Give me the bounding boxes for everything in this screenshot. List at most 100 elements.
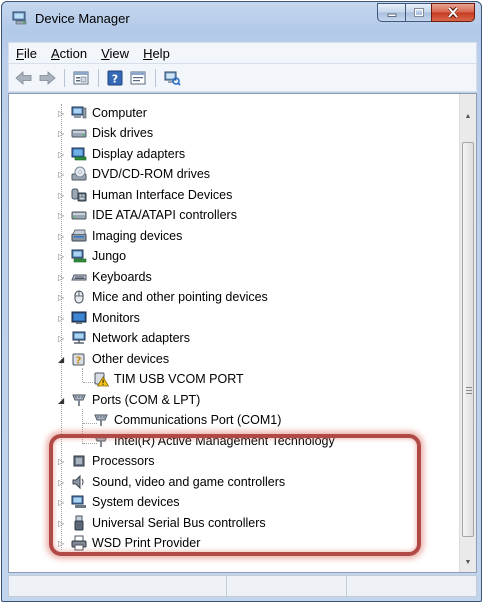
menu-view[interactable]: View: [94, 46, 136, 61]
scan-hardware-button[interactable]: [161, 68, 183, 88]
forward-button[interactable]: [36, 68, 58, 88]
svg-text:?: ?: [112, 72, 118, 85]
tree-item-label: Ports (COM & LPT): [92, 393, 201, 407]
expand-arrow-icon[interactable]: ▷: [58, 129, 67, 138]
tree-item-other-devices[interactable]: ? Other devices: [71, 349, 169, 369]
tree-item-keyboards[interactable]: Keyboards: [71, 267, 152, 287]
scrollbar-thumb[interactable]: [462, 142, 474, 537]
help-button[interactable]: ?: [104, 68, 126, 88]
menu-action-accel: A: [50, 45, 60, 61]
tree-item-label: Display adapters: [92, 147, 186, 161]
unknown-device-icon: ?: [72, 353, 85, 367]
forward-arrow-icon: [39, 70, 56, 85]
tree-item-label: Computer: [92, 106, 147, 120]
tree-item-computer[interactable]: Computer: [71, 103, 147, 123]
collapse-arrow-icon[interactable]: ◢: [58, 396, 67, 405]
toolbar: ?: [8, 64, 477, 92]
minimize-icon: [387, 13, 396, 17]
expand-arrow-icon[interactable]: ▷: [58, 498, 67, 507]
expand-arrow-icon[interactable]: ▷: [58, 170, 67, 179]
menu-file-label: ile: [23, 45, 37, 61]
expand-arrow-icon[interactable]: ▷: [58, 109, 67, 118]
expand-arrow-icon[interactable]: ▷: [58, 334, 67, 343]
warning-device-icon: [94, 372, 109, 387]
processor-icon: [73, 455, 85, 467]
minimize-button[interactable]: [377, 3, 405, 22]
tree-item-intel-amt[interactable]: Intel(R) Active Management Technology: [93, 431, 335, 451]
menu-action[interactable]: Action: [44, 46, 94, 61]
tree-item-label: Communications Port (COM1): [114, 413, 282, 427]
tree-item-jungo[interactable]: Jungo: [71, 246, 126, 266]
title-bar[interactable]: Device Manager: [2, 2, 481, 32]
tree-item-wsd-print-provider[interactable]: WSD Print Provider: [71, 533, 200, 553]
back-button[interactable]: [13, 68, 35, 88]
port-icon: [94, 414, 108, 426]
tree-item-mice[interactable]: Mice and other pointing devices: [71, 287, 268, 307]
tree-item-label: System devices: [92, 495, 180, 509]
expand-arrow-icon[interactable]: ▷: [58, 232, 67, 241]
expand-arrow-icon[interactable]: ▷: [58, 293, 67, 302]
mouse-icon: [74, 290, 84, 304]
tree-item-ports[interactable]: Ports (COM & LPT): [71, 390, 200, 410]
tree-item-display-adapters[interactable]: Display adapters: [71, 144, 185, 164]
tree-item-communications-port[interactable]: Communications Port (COM1): [93, 410, 281, 430]
tree-item-dvd-drives[interactable]: DVD/CD-ROM drives: [71, 164, 210, 184]
expand-arrow-icon[interactable]: ▷: [58, 150, 67, 159]
collapse-arrow-icon[interactable]: ◢: [58, 355, 67, 364]
network-adapter-icon: [72, 331, 86, 344]
imaging-device-icon: [71, 229, 87, 242]
tree-item-processors[interactable]: Processors: [71, 451, 155, 471]
tree-item-system-devices[interactable]: System devices: [71, 492, 180, 512]
window-title: Device Manager: [35, 11, 130, 26]
tree-item-sound[interactable]: Sound, video and game controllers: [71, 472, 285, 492]
menu-action-label: ction: [59, 45, 88, 61]
scan-hardware-icon: [164, 71, 181, 86]
ide-controller-icon: [71, 211, 87, 220]
toolbar-separator: [98, 68, 99, 87]
expand-arrow-icon[interactable]: ▷: [58, 519, 67, 528]
maximize-button[interactable]: [405, 3, 431, 22]
tree-item-monitors[interactable]: Monitors: [71, 308, 140, 328]
tree-item-ide-controllers[interactable]: IDE ATA/ATAPI controllers: [71, 205, 237, 225]
tree-item-imaging-devices[interactable]: Imaging devices: [71, 226, 182, 246]
device-tree-panel: ▷ ▷ ▷ ▷ ▷ ▷ ▷ ▷ ▷ ▷ ▷ ▷ ◢ ◢ ▷ ▷ ▷ ▷ ▷ Co…: [8, 93, 477, 573]
sound-icon: [72, 474, 84, 490]
scroll-down-arrow-icon[interactable]: ▼: [460, 554, 476, 571]
tree-item-label: Sound, video and game controllers: [92, 475, 286, 489]
expand-arrow-icon[interactable]: ▷: [58, 478, 67, 487]
tree-item-label: WSD Print Provider: [92, 536, 201, 550]
tree-item-disk-drives[interactable]: Disk drives: [71, 123, 153, 143]
expand-arrow-icon[interactable]: ▷: [58, 457, 67, 466]
expand-arrow-icon[interactable]: ▷: [58, 273, 67, 282]
tree-item-label: Keyboards: [92, 270, 152, 284]
menu-view-label: iew: [109, 45, 130, 61]
tree-item-label: Other devices: [92, 352, 170, 366]
tree-item-label: DVD/CD-ROM drives: [92, 167, 211, 181]
tree-item-network-adapters[interactable]: Network adapters: [71, 328, 190, 348]
status-cell: [9, 576, 227, 596]
show-hidden-button[interactable]: [127, 68, 149, 88]
tree-item-label: Jungo: [92, 249, 127, 263]
menu-file[interactable]: File: [9, 46, 44, 61]
menu-file-accel: F: [16, 45, 24, 61]
system-device-icon: [71, 495, 86, 508]
expand-arrow-icon[interactable]: ▷: [58, 252, 67, 261]
menu-help-label: elp: [152, 45, 170, 61]
properties-button[interactable]: [70, 68, 92, 88]
close-button[interactable]: [431, 3, 475, 22]
expand-arrow-icon[interactable]: ▷: [58, 539, 67, 548]
expand-arrow-icon[interactable]: ▷: [58, 314, 67, 323]
toolbar-separator: [155, 68, 156, 87]
tree-item-usb-controllers[interactable]: Universal Serial Bus controllers: [71, 513, 266, 533]
tree-item-label: Network adapters: [92, 331, 190, 345]
menu-help[interactable]: Help: [136, 46, 177, 61]
monitor-icon: [71, 311, 87, 324]
tree-item-tim-usb-vcom-port[interactable]: TIM USB VCOM PORT: [93, 369, 244, 389]
status-cell: [347, 576, 476, 596]
tree-item-human-interface-devices[interactable]: Human Interface Devices: [71, 185, 232, 205]
vertical-scrollbar[interactable]: ▲ ▼: [459, 94, 476, 572]
expand-arrow-icon[interactable]: ▷: [58, 211, 67, 220]
scroll-up-arrow-icon[interactable]: ▲: [460, 108, 476, 125]
expand-arrow-icon[interactable]: ▷: [58, 191, 67, 200]
usb-icon: [74, 515, 84, 531]
